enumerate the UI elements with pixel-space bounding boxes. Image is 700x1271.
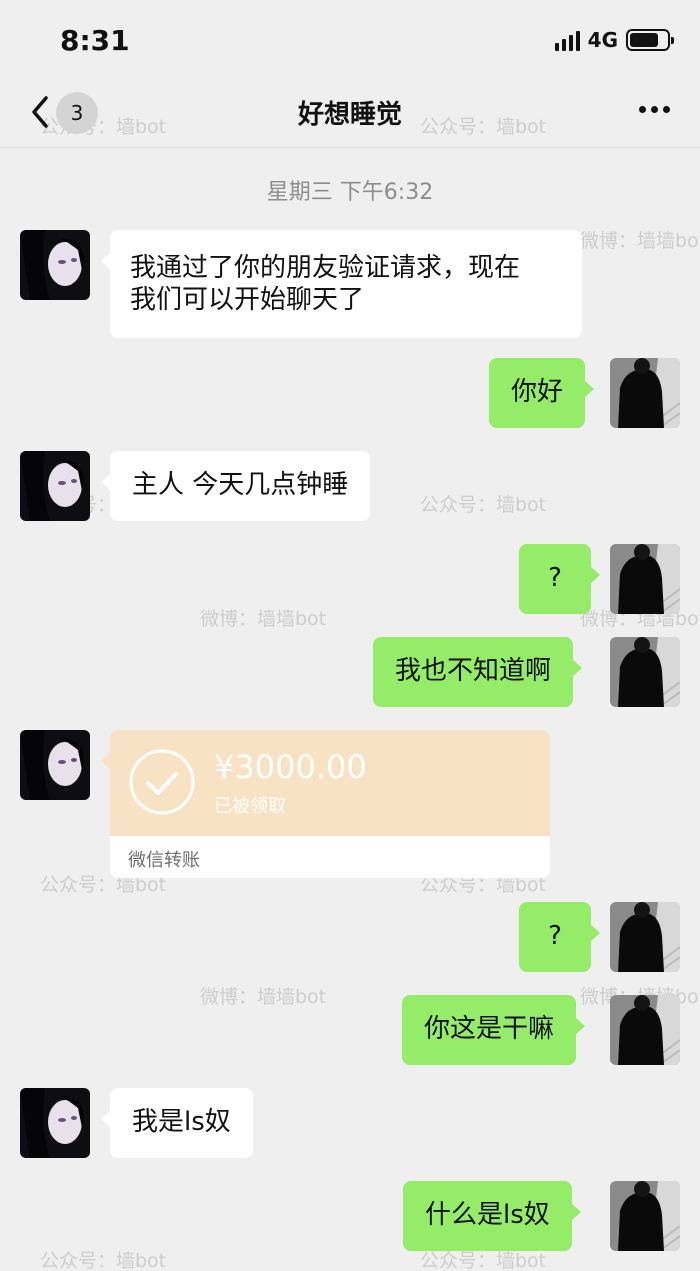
watermark: 微博：墙墙bot [200, 986, 327, 1008]
check-circle-icon [129, 749, 195, 815]
message-bubble-out[interactable]: 我也不知道啊 [373, 637, 583, 707]
transfer-card[interactable]: ¥3000.00 已被领取 微信转账 [110, 730, 550, 878]
message-bubble-out[interactable]: ? [519, 544, 600, 614]
user-avatar[interactable] [610, 1181, 680, 1251]
contact-avatar[interactable] [20, 230, 90, 300]
chat-title: 好想睡觉 [297, 100, 402, 130]
contact-avatar[interactable] [20, 1088, 90, 1158]
message-text: 我是ls奴 [132, 1107, 231, 1137]
user-avatar[interactable] [610, 902, 680, 972]
message-bubble-out[interactable]: 什么是ls奴 [403, 1181, 581, 1251]
transfer-amount: ¥3000.00 [214, 748, 367, 786]
status-indicators: 4G [554, 28, 674, 52]
more-dots-icon[interactable] [639, 106, 670, 113]
status-bar: 8:31 4G [0, 0, 700, 80]
message-text: 你好 [511, 377, 564, 407]
transfer-card-top: ¥3000.00 已被领取 [110, 730, 550, 836]
user-avatar[interactable] [610, 358, 680, 428]
watermark: 微博：墙墙bot [580, 230, 700, 252]
watermark: 微博：墙墙bot [200, 608, 327, 630]
status-time: 8:31 [60, 24, 130, 57]
message-bubble-in[interactable]: 我是ls奴 [101, 1088, 253, 1158]
message-text: ? [548, 921, 562, 951]
user-avatar[interactable] [610, 544, 680, 614]
message-text: 我通过了你的朋友验证请求，现在 [130, 253, 521, 283]
message-text: 主人 今天几点钟睡 [132, 470, 349, 500]
message-text: 什么是ls奴 [425, 1200, 550, 1230]
message-bubble-out[interactable]: 你这是干嘛 [402, 995, 586, 1065]
signal-icon [554, 29, 580, 51]
contact-avatar[interactable] [20, 730, 90, 800]
network-type: 4G [587, 28, 618, 52]
message-bubble-in[interactable]: 主人 今天几点钟睡 [100, 451, 371, 521]
watermark: 公众号：墙bot [40, 1250, 167, 1271]
battery-icon [626, 29, 674, 51]
chat-header: 3 好想睡觉 [0, 80, 700, 148]
transfer-status: 已被领取 [214, 796, 286, 817]
message-text: 我们可以开始聊天了 [130, 285, 365, 315]
message-bubble-in[interactable]: 我通过了你的朋友验证请求，现在 我们可以开始聊天了 [101, 230, 582, 338]
message-text: ? [548, 563, 562, 593]
user-avatar[interactable] [610, 637, 680, 707]
message-text: 你这是干嘛 [424, 1014, 555, 1044]
message-text: 我也不知道啊 [395, 656, 552, 686]
watermark: 公众号：墙bot [420, 494, 547, 516]
transfer-label: 微信转账 [128, 850, 200, 871]
message-timestamp: 星期三 下午6:32 [266, 180, 434, 205]
message-bubble-out[interactable]: 你好 [489, 358, 595, 428]
user-avatar[interactable] [610, 995, 680, 1065]
message-bubble-out[interactable]: ? [519, 902, 600, 972]
contact-avatar[interactable] [20, 451, 90, 521]
